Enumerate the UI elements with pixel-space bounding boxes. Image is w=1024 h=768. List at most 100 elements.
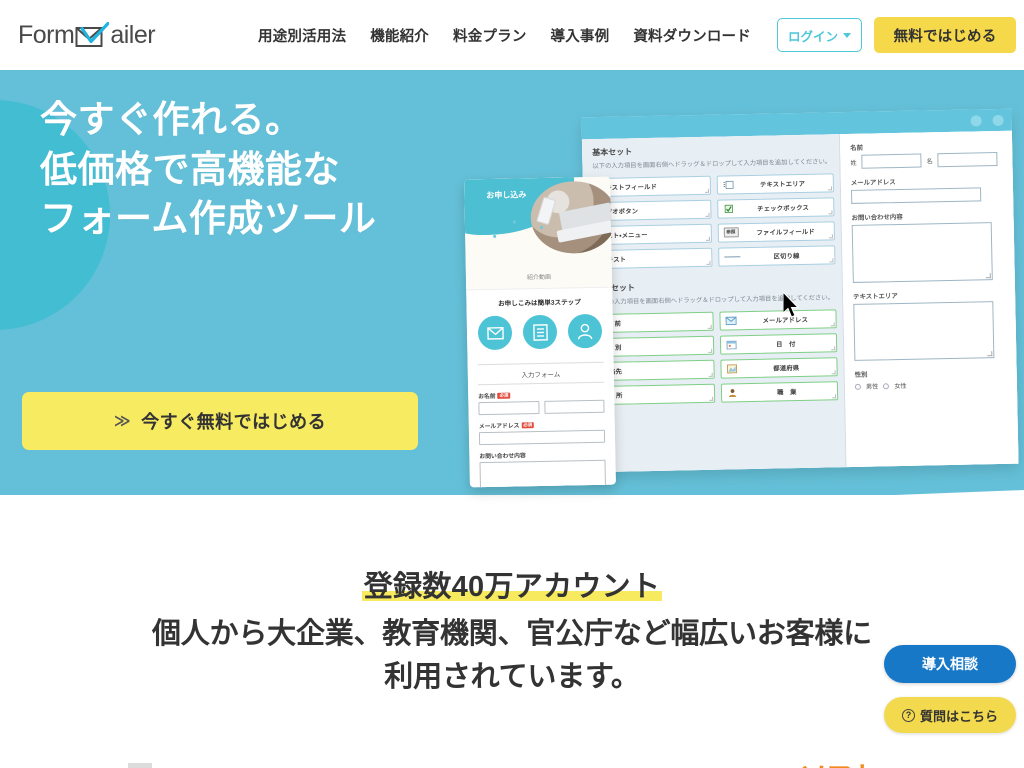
nav-item-pricing[interactable]: 料金プラン: [453, 25, 527, 46]
preview-field-name: 名前 姓 名: [850, 140, 1000, 169]
mail-icon: [486, 326, 504, 340]
site-logo[interactable]: Form ailer: [18, 20, 156, 50]
phone-name-input-1[interactable]: [478, 401, 540, 416]
phone-email-input[interactable]: [478, 429, 606, 446]
preview-email-input[interactable]: [850, 187, 982, 204]
palette-item-date[interactable]: 日 付: [719, 332, 838, 355]
preview-gender-option-female: 女性: [894, 382, 907, 391]
preview-generic-textarea[interactable]: [853, 301, 995, 361]
phone-inquiry-textarea[interactable]: [479, 459, 607, 488]
step-icon-list: [522, 314, 558, 350]
hero-headline-line-2: 低価格で高機能な: [40, 148, 340, 190]
resize-grip-icon: [705, 260, 710, 265]
phone-step-icons: [467, 313, 614, 351]
palette-item-text[interactable]: テキスト: [594, 247, 713, 269]
partner-logos-strip: ソフト: [0, 755, 1024, 768]
preview-name-label: 名前: [850, 144, 864, 152]
resize-grip-icon: [705, 236, 710, 241]
phone-inquiry-label: お問い合わせ内容: [479, 453, 526, 461]
floating-consult-button[interactable]: 導入相談: [884, 645, 1016, 683]
palette-item-label: ファイルフィールド: [756, 228, 815, 237]
resize-grip-icon: [831, 369, 836, 374]
step-icon-mail: [477, 315, 513, 351]
palette-item-divider[interactable]: 区切り線: [717, 245, 836, 267]
chevron-down-icon: [843, 32, 851, 38]
required-badge: 必須: [521, 421, 535, 428]
nav-item-features[interactable]: 機能紹介: [370, 25, 429, 46]
signup-button[interactable]: 無料ではじめる: [874, 17, 1016, 53]
double-chevron-icon: ≫: [113, 413, 132, 430]
logo-text-right: ailer: [110, 20, 156, 49]
hero-cta-button[interactable]: ≫ 今すぐ無料ではじめる: [22, 392, 418, 450]
login-button-label: ログイン: [787, 29, 838, 44]
resize-grip-icon: [987, 351, 993, 357]
palette-item-label: 日 付: [776, 340, 796, 348]
nav-item-usecases[interactable]: 用途別活用法: [258, 25, 346, 46]
palette-item-label: テキスト: [600, 256, 627, 264]
palette-item-filefield[interactable]: 参照 ファイルフィールド: [717, 221, 835, 243]
preview-name-mei-label: 名: [926, 157, 933, 165]
palette-item-textarea[interactable]: テキストエリア: [716, 173, 835, 195]
phone-field-inquiry: お問い合わせ内容: [479, 449, 607, 488]
hero-headline-line-1: 今すぐ作れる。: [40, 99, 303, 140]
preview-inquiry-label: お問い合わせ内容: [851, 213, 903, 222]
preview-field-email: メールアドレス: [851, 175, 1001, 204]
palette-item-label: 都道府県: [773, 364, 800, 373]
stats-headline-text: 登録数40万アカウント: [361, 571, 663, 603]
phone-hero-photo: [530, 180, 612, 255]
palette-item-contact[interactable]: 連絡先: [596, 359, 715, 381]
phone-form-title: 入力フォーム: [477, 361, 604, 386]
resize-grip-icon: [831, 345, 836, 350]
phone-name-input-2[interactable]: [543, 399, 605, 414]
preview-field-textarea: テキストエリア: [853, 289, 1004, 361]
palette-item-label: テキストフィールド: [598, 183, 658, 192]
nav-item-casestudy[interactable]: 導入事例: [551, 25, 610, 46]
preview-email-label: メールアドレス: [850, 179, 896, 187]
palette-item-label: テキストエリア: [759, 180, 806, 189]
preview-gender-option-male: 男性: [865, 383, 879, 391]
palette-title-basic: 基本セット: [592, 147, 633, 158]
phone-field-name: お名前 必須: [478, 389, 605, 416]
palette-grid-basic: テキストフィールド テキストエリア ラジオボタン チェックボックス リスト・メニ…: [592, 173, 836, 281]
resize-grip-icon: [830, 321, 835, 326]
hero-cta-label: 今すぐ無料ではじめる: [141, 412, 327, 432]
preview-name-mei-input[interactable]: [937, 152, 998, 168]
palette-item-email[interactable]: メールアドレス: [718, 308, 837, 331]
palette-item-gender[interactable]: 性 別: [595, 335, 714, 357]
preview-inquiry-textarea[interactable]: [851, 222, 993, 283]
resize-grip-icon: [829, 258, 834, 263]
floating-question-button[interactable]: ? 質問はこちら: [884, 697, 1016, 733]
palette-item-listmenu[interactable]: リスト・メニュー: [593, 223, 712, 245]
resize-grip-icon: [828, 234, 833, 239]
partner-logo-text: ソフト: [800, 755, 879, 768]
phone-hero: お申し込み: [464, 176, 612, 268]
phone-input-form: 入力フォーム お名前 必須 メールアドレス 必須 お問い合わせ内容: [467, 357, 616, 488]
resize-grip-icon: [708, 372, 713, 377]
palette-item-prefecture[interactable]: 都道府県: [719, 356, 838, 379]
hero-headline: 今すぐ作れる。 低価格で高機能な フォーム作成ツール: [40, 95, 376, 244]
person-icon: [728, 388, 736, 397]
list-icon: [532, 323, 548, 341]
preview-gender-radio-female[interactable]: [883, 382, 890, 389]
floating-question-label: 質問はこちら: [919, 708, 998, 724]
palette-item-address[interactable]: 住 所: [596, 383, 715, 405]
resize-grip-icon: [707, 324, 712, 329]
resize-grip-icon: [828, 210, 833, 215]
window-dot-icon: [970, 115, 982, 127]
palette-item-occupation[interactable]: 職 業: [720, 380, 839, 403]
palette-item-checkbox[interactable]: チェックボックス: [716, 197, 835, 219]
preview-name-sei-input[interactable]: [861, 153, 922, 169]
resize-grip-icon: [985, 273, 991, 279]
palette-item-radiobutton[interactable]: ラジオボタン: [593, 199, 712, 221]
resize-grip-icon: [708, 396, 713, 401]
envelope-check-logo-icon: [75, 21, 110, 48]
palette-item-name[interactable]: 名 前: [595, 311, 714, 333]
hero-headline-line-3: フォーム作成ツール: [40, 198, 377, 240]
login-button[interactable]: ログイン: [777, 18, 862, 52]
palette-description-basic: 以下の入力項目を画面右側へドラッグ＆ドロップして入力項目を追加してください。: [592, 158, 832, 171]
preview-gender-radio-male[interactable]: [854, 383, 861, 390]
calendar-icon: [726, 340, 737, 349]
checkbox-icon: [724, 204, 733, 213]
palette-item-label: リスト・メニュー: [599, 231, 648, 240]
nav-item-documents[interactable]: 資料ダウンロード: [633, 25, 751, 46]
